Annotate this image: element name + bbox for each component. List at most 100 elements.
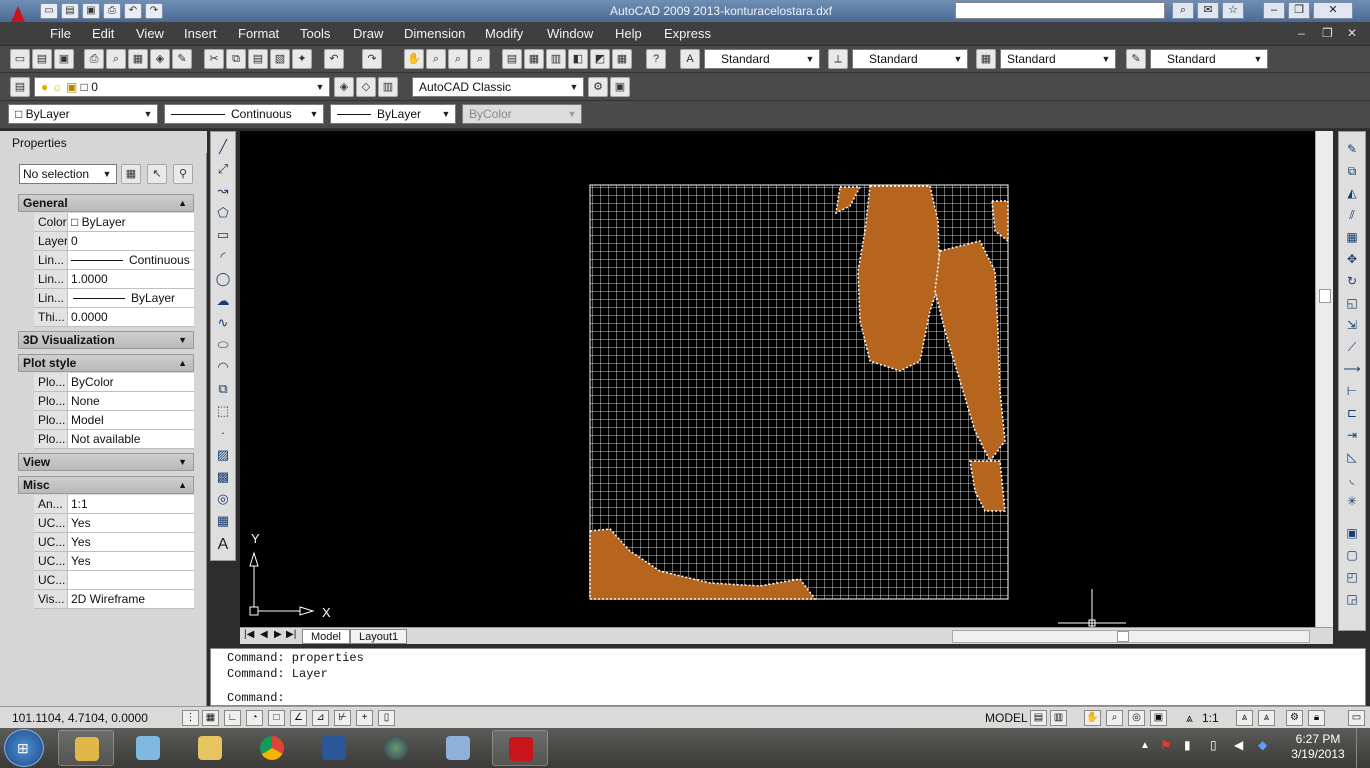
region-icon[interactable]: ◎ xyxy=(214,490,232,508)
block-editor-icon[interactable]: ✦ xyxy=(292,49,312,69)
minimize-button[interactable]: – xyxy=(1263,2,1285,19)
annotation-scale-icon[interactable]: ⩓ xyxy=(1186,711,1193,726)
tab-nav-prev-icon[interactable]: ◀ xyxy=(260,629,268,640)
menu-help[interactable]: Help xyxy=(615,26,642,41)
array-icon[interactable]: ▦ xyxy=(1343,228,1361,246)
break-icon[interactable]: ⊏ xyxy=(1343,404,1361,422)
taskbar-app-paint[interactable] xyxy=(430,730,486,766)
hatch-icon[interactable]: ▨ xyxy=(214,446,232,464)
doc-minimize-button[interactable]: – xyxy=(1298,26,1305,40)
auto-scale-icon[interactable]: ⩓ xyxy=(1258,710,1275,726)
tab-nav-first-icon[interactable]: |◀ xyxy=(244,629,254,640)
property-row[interactable]: Plo... Model xyxy=(34,411,194,430)
favorites-icon[interactable]: ☆ xyxy=(1222,2,1244,19)
property-row[interactable]: An... 1:1 xyxy=(34,495,194,514)
arc-icon[interactable]: ◜ xyxy=(214,248,232,266)
infocenter-search-input[interactable] xyxy=(955,2,1165,19)
layer-states-icon[interactable]: ▥ xyxy=(378,77,398,97)
property-row[interactable]: Plo... Not available xyxy=(34,430,194,449)
table-icon[interactable]: ▦ xyxy=(214,512,232,530)
scrollbar-thumb[interactable] xyxy=(1319,289,1331,303)
section-misc[interactable]: Misc ▲ xyxy=(18,476,194,494)
bring-above-icon[interactable]: ◰ xyxy=(1343,568,1361,586)
dropbox-icon[interactable]: ◆ xyxy=(1258,738,1267,752)
clean-screen-icon[interactable]: ▭ xyxy=(1348,710,1365,726)
tab-model[interactable]: Model xyxy=(302,629,350,644)
save-icon[interactable]: ▣ xyxy=(82,3,100,19)
dim-style-icon[interactable]: ⟂ xyxy=(828,49,848,69)
table-style-icon[interactable]: ▦ xyxy=(976,49,996,69)
new-icon[interactable]: ▭ xyxy=(40,3,58,19)
communication-icon[interactable]: ✉ xyxy=(1197,2,1219,19)
property-row[interactable]: Color □ ByLayer xyxy=(34,213,194,232)
toggle-pickadd-icon[interactable]: ▦ xyxy=(121,164,141,184)
vertical-scrollbar[interactable] xyxy=(1315,131,1333,627)
offset-icon[interactable]: ⫽ xyxy=(1343,206,1361,224)
quick-view-icon[interactable]: ▥ xyxy=(1050,710,1067,726)
annotation-scale-value[interactable]: 1:1 xyxy=(1202,711,1219,725)
multileader-style-select[interactable]: Standard ▼ xyxy=(1150,49,1268,69)
menu-view[interactable]: View xyxy=(136,26,164,41)
battery-icon[interactable]: ▯ xyxy=(1210,738,1217,752)
showmotion-icon[interactable]: ▣ xyxy=(1150,710,1167,726)
plot-preview-icon[interactable]: ⌕ xyxy=(106,49,126,69)
taskbar-app-chrome[interactable] xyxy=(244,730,300,766)
save-icon[interactable]: ▣ xyxy=(54,49,74,69)
rectangle-icon[interactable]: ▭ xyxy=(214,226,232,244)
selection-select[interactable]: No selection ▼ xyxy=(19,164,117,184)
circle-icon[interactable]: ◯ xyxy=(214,270,232,288)
doc-restore-button[interactable]: ❐ xyxy=(1322,26,1333,40)
ellipse-icon[interactable]: ⬭ xyxy=(214,336,232,354)
scale-icon[interactable]: ◱ xyxy=(1343,294,1361,312)
designcenter-icon[interactable]: ▦ xyxy=(524,49,544,69)
polyline-icon[interactable]: ↝ xyxy=(214,182,232,200)
property-row[interactable]: Plo... ByColor xyxy=(34,373,194,392)
zoom-realtime-icon[interactable]: ⌕ xyxy=(426,49,446,69)
property-row[interactable]: Vis... 2D Wireframe xyxy=(34,590,194,609)
help-icon[interactable]: ? xyxy=(646,49,666,69)
clean-screen-icon[interactable]: ▣ xyxy=(610,77,630,97)
object-snap-icon[interactable]: □ xyxy=(268,710,285,726)
polar-tracking-icon[interactable]: ◔ xyxy=(246,710,263,726)
layer-select[interactable]: ● ☼ ▣ □ 0 ▼ xyxy=(34,77,330,97)
lineweight-select[interactable]: ByLayer ▼ xyxy=(330,104,456,124)
mirror-icon[interactable]: ◭ xyxy=(1343,184,1361,202)
menu-modify[interactable]: Modify xyxy=(485,26,523,41)
qnew-icon[interactable]: ▭ xyxy=(10,49,30,69)
drawing-canvas[interactable]: Y X xyxy=(240,131,1315,627)
doc-close-button[interactable]: ✕ xyxy=(1347,26,1357,40)
show-hidden-icons-icon[interactable]: ▲ xyxy=(1140,740,1150,751)
section-plot-style[interactable]: Plot style ▲ xyxy=(18,354,194,372)
quick-select-icon[interactable]: ⚲ xyxy=(173,164,193,184)
construction-line-icon[interactable]: ⤢ xyxy=(214,160,232,178)
dynamic-ucs-icon[interactable]: ⊿ xyxy=(312,710,329,726)
system-clock[interactable]: 6:27 PM 3/19/2013 xyxy=(1288,732,1348,762)
open-icon[interactable]: ▤ xyxy=(32,49,52,69)
close-button[interactable]: ✕ xyxy=(1313,2,1353,19)
gradient-icon[interactable]: ▩ xyxy=(214,468,232,486)
extend-icon[interactable]: ⟶ xyxy=(1343,360,1361,378)
menu-file[interactable]: File xyxy=(50,26,71,41)
erase-icon[interactable]: ✎ xyxy=(1343,140,1361,158)
etransmit-icon[interactable]: ✎ xyxy=(172,49,192,69)
property-row[interactable]: Lin... Continuous xyxy=(34,251,194,270)
copy-icon[interactable]: ⧉ xyxy=(226,49,246,69)
property-row[interactable]: Lin... 1.0000 xyxy=(34,270,194,289)
menu-window[interactable]: Window xyxy=(547,26,593,41)
restore-button[interactable]: ❐ xyxy=(1288,2,1310,19)
snap-mode-icon[interactable]: ⋮ xyxy=(182,710,199,726)
ortho-mode-icon[interactable]: ∟ xyxy=(224,710,241,726)
property-row[interactable]: UC... Yes xyxy=(34,533,194,552)
taskbar-app-explorer[interactable] xyxy=(58,730,114,766)
tab-nav-next-icon[interactable]: ▶ xyxy=(274,629,282,640)
action-center-icon[interactable]: ⚑ xyxy=(1160,738,1172,754)
markup-icon[interactable]: ◩ xyxy=(590,49,610,69)
scrollbar-thumb[interactable] xyxy=(1117,631,1129,642)
revision-cloud-icon[interactable]: ☁ xyxy=(214,292,232,310)
trim-icon[interactable]: ⟋ xyxy=(1343,338,1361,356)
multiline-text-icon[interactable]: A xyxy=(214,536,232,554)
pan-icon[interactable]: ✋ xyxy=(1084,710,1101,726)
quick-properties-icon[interactable]: ▯ xyxy=(378,710,395,726)
cut-icon[interactable]: ✂ xyxy=(204,49,224,69)
menu-insert[interactable]: Insert xyxy=(184,26,217,41)
